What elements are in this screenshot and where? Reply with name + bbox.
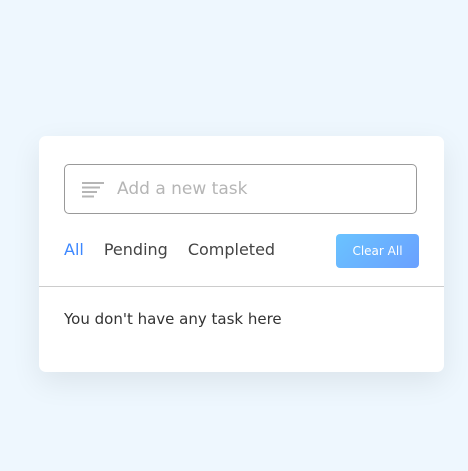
filter-tabs: All Pending Completed: [64, 240, 295, 259]
divider: [39, 286, 444, 287]
empty-task-message: You don't have any task here: [64, 310, 282, 328]
task-input-container[interactable]: [64, 164, 417, 214]
filter-completed[interactable]: Completed: [188, 240, 275, 259]
clear-all-button[interactable]: Clear All: [336, 234, 419, 268]
filter-pending[interactable]: Pending: [104, 240, 168, 259]
controls: All Pending Completed Clear All: [64, 234, 419, 268]
task-input[interactable]: [117, 165, 407, 213]
list-lines-icon: [82, 182, 104, 198]
filter-all[interactable]: All: [64, 240, 84, 259]
todo-card: All Pending Completed Clear All You don'…: [39, 136, 444, 372]
